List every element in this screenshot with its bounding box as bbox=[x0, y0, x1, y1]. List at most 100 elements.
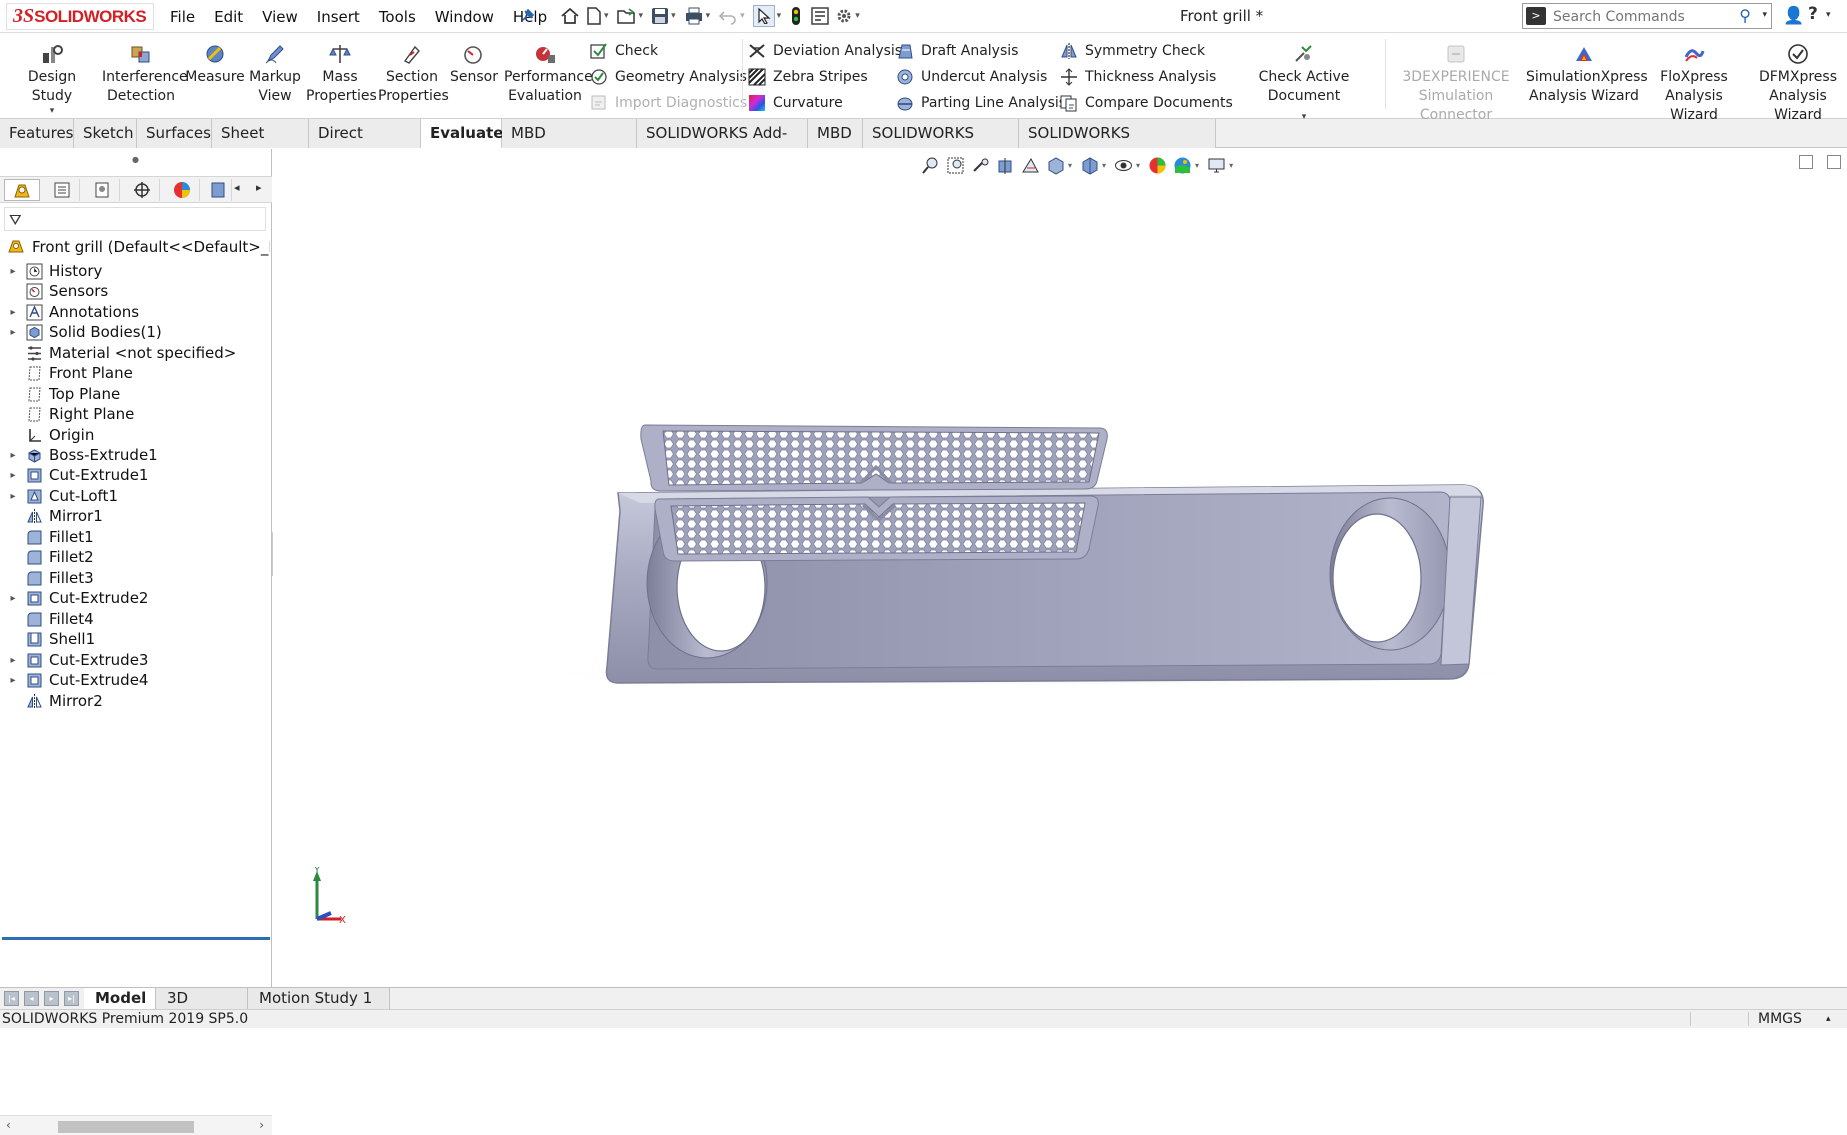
expand-arrow-icon[interactable]: ▸ bbox=[6, 450, 20, 461]
scroll-left-icon[interactable]: ‹ bbox=[6, 1118, 11, 1132]
open-folder-icon[interactable] bbox=[616, 7, 637, 25]
tab-solidworks-cam[interactable]: SOLIDWORKS CAM bbox=[863, 119, 1019, 170]
undo-dropdown-icon[interactable]: ▾ bbox=[740, 11, 745, 21]
measure-button[interactable]: Measure bbox=[185, 43, 245, 87]
feature-manager-tab[interactable] bbox=[4, 179, 40, 201]
mass-properties-button[interactable]: Mass Properties bbox=[306, 43, 377, 106]
scrollbar-thumb[interactable] bbox=[58, 1121, 194, 1133]
expand-arrow-icon[interactable]: ▸ bbox=[6, 655, 20, 666]
user-icon[interactable]: 👤 bbox=[1783, 6, 1804, 26]
unit-system-dropdown-icon[interactable]: ▴ bbox=[1826, 1010, 1831, 1028]
compare-documents-button[interactable]: Compare Documents bbox=[1060, 93, 1233, 113]
print-icon[interactable] bbox=[684, 7, 704, 25]
rollback-bar[interactable] bbox=[2, 937, 270, 940]
next-tab-icon[interactable]: ▸ bbox=[44, 991, 59, 1006]
symmetry-check-button[interactable]: Symmetry Check bbox=[1060, 41, 1205, 61]
tab-direct-editing[interactable]: Direct Editing bbox=[309, 119, 421, 170]
tabs-scroll-right-icon[interactable]: ▸ bbox=[256, 181, 262, 194]
graphics-area[interactable]: ▾ ▾ ▾ ▾ ▾ Y X bbox=[273, 149, 1847, 987]
display-manager-tab[interactable] bbox=[164, 179, 200, 201]
search-icon[interactable]: ⚲ bbox=[1739, 6, 1751, 25]
tab-sketch[interactable]: Sketch bbox=[74, 119, 137, 148]
simulationxpress-analysis-wizard-button[interactable]: SimulationXpress Analysis Wizard bbox=[1526, 43, 1648, 106]
undo-icon[interactable] bbox=[718, 7, 738, 25]
home-icon[interactable] bbox=[560, 7, 580, 25]
unit-system[interactable]: MMGS bbox=[1758, 1010, 1802, 1028]
tab-mbd-dimensions[interactable]: MBD Dimensions bbox=[502, 119, 637, 170]
file-properties-icon[interactable] bbox=[811, 7, 829, 25]
tab-mbd[interactable]: MBD bbox=[808, 119, 863, 148]
thickness-analysis-button[interactable]: Thickness Analysis bbox=[1060, 67, 1216, 87]
undercut-analysis-button[interactable]: Undercut Analysis bbox=[896, 67, 1047, 87]
tab-3d-views[interactable]: 3D Views bbox=[156, 988, 248, 1028]
expand-arrow-icon[interactable]: ▸ bbox=[6, 675, 20, 686]
command-prompt-icon[interactable]: > bbox=[1526, 7, 1546, 25]
tree-item-mirror2[interactable]: Mirror2 bbox=[0, 689, 103, 713]
select-dropdown-icon[interactable]: ▾ bbox=[777, 11, 782, 21]
search-commands-input[interactable] bbox=[1551, 7, 1731, 26]
tab-solidworks-add-ins[interactable]: SOLIDWORKS Add-Ins bbox=[637, 119, 808, 170]
expand-arrow-icon[interactable]: ▸ bbox=[6, 593, 20, 604]
markup-view-button[interactable]: Markup View bbox=[248, 43, 302, 106]
help-icon[interactable]: ? bbox=[1808, 4, 1818, 24]
property-manager-tab[interactable] bbox=[44, 179, 80, 201]
parting-line-analysis-button[interactable]: Parting Line Analysis bbox=[896, 93, 1066, 113]
panel-grip-icon[interactable]: ● bbox=[132, 155, 139, 164]
select-tool-icon[interactable] bbox=[752, 5, 775, 27]
print-dropdown-icon[interactable]: ▾ bbox=[706, 11, 711, 21]
check-button[interactable]: Check bbox=[590, 41, 658, 61]
geometry-analysis-button[interactable]: Geometry Analysis bbox=[590, 67, 747, 87]
menu-insert[interactable]: Insert bbox=[317, 8, 360, 26]
import-diagnostics-button[interactable]: Import Diagnostics bbox=[590, 93, 747, 113]
search-commands-box[interactable]: > ⚲ ▾ bbox=[1522, 3, 1772, 29]
save-dropdown-icon[interactable]: ▾ bbox=[671, 11, 676, 21]
save-icon[interactable] bbox=[651, 7, 669, 25]
design-study-dropdown-icon[interactable]: ▾ bbox=[8, 106, 96, 116]
dfmxpress-analysis-wizard-button[interactable]: DFMXpress Analysis Wizard bbox=[1748, 43, 1847, 125]
scroll-right-icon[interactable]: › bbox=[259, 1118, 264, 1132]
interference-detection-button[interactable]: Interference Detection bbox=[102, 43, 188, 106]
help-dropdown-icon[interactable]: ▾ bbox=[1826, 10, 1831, 20]
3dexperience-simulation-connector-button[interactable]: 3DEXPERIENCE Simulation Connector bbox=[1388, 43, 1524, 125]
new-document-icon[interactable] bbox=[586, 7, 602, 25]
tab-model[interactable]: Model bbox=[84, 988, 156, 1010]
pin-menu-icon[interactable] bbox=[519, 6, 535, 26]
expand-arrow-icon[interactable]: ▸ bbox=[6, 266, 20, 277]
tab-sheet-metal[interactable]: Sheet Metal bbox=[212, 119, 309, 170]
configuration-manager-tab[interactable] bbox=[84, 179, 120, 201]
section-properties-button[interactable]: Section Properties bbox=[378, 43, 449, 106]
tab-features[interactable]: Features bbox=[0, 119, 74, 148]
expand-arrow-icon[interactable]: ▸ bbox=[6, 327, 20, 338]
new-dropdown-icon[interactable]: ▾ bbox=[604, 11, 609, 21]
menu-file[interactable]: File bbox=[170, 8, 195, 26]
curvature-button[interactable]: Curvature bbox=[748, 93, 843, 113]
first-tab-icon[interactable]: |◂ bbox=[4, 991, 19, 1006]
tabs-scroll-left-icon[interactable]: ◂ bbox=[234, 181, 240, 194]
rebuild-icon[interactable] bbox=[789, 6, 803, 26]
panel-horizontal-scrollbar[interactable]: ‹ › bbox=[0, 1115, 272, 1135]
tab-motion-study-1[interactable]: Motion Study 1 bbox=[248, 988, 390, 1010]
menu-tools[interactable]: Tools bbox=[379, 8, 416, 26]
open-dropdown-icon[interactable]: ▾ bbox=[639, 11, 644, 21]
menu-view[interactable]: View bbox=[262, 8, 298, 26]
check-active-document-button[interactable]: Check Active Document ▾ bbox=[1228, 43, 1380, 122]
deviation-analysis-button[interactable]: Deviation Analysis bbox=[748, 41, 902, 61]
filter-icon[interactable]: ⛛ bbox=[9, 211, 22, 229]
last-tab-icon[interactable]: ▸| bbox=[64, 991, 79, 1006]
options-dropdown-icon[interactable]: ▾ bbox=[855, 11, 860, 21]
tree-filter[interactable]: ⛛ bbox=[4, 207, 266, 231]
front-grill-model[interactable] bbox=[273, 149, 1847, 987]
tab-evaluate[interactable]: Evaluate bbox=[421, 119, 503, 148]
menu-edit[interactable]: Edit bbox=[214, 8, 243, 26]
tree-root-part[interactable]: Front grill (Default<<Default>_Displ bbox=[6, 236, 270, 258]
performance-evaluation-button[interactable]: Performance Evaluation bbox=[504, 43, 593, 106]
tab-solidworks-inspection[interactable]: SOLIDWORKS Inspection bbox=[1019, 119, 1216, 170]
dimxpert-manager-tab[interactable] bbox=[124, 179, 160, 201]
previous-tab-icon[interactable]: ◂ bbox=[24, 991, 39, 1006]
search-dropdown-icon[interactable]: ▾ bbox=[1762, 10, 1767, 20]
expand-arrow-icon[interactable]: ▸ bbox=[6, 470, 20, 481]
tab-surfaces[interactable]: Surfaces bbox=[137, 119, 212, 148]
floxpress-analysis-wizard-button[interactable]: FloXpress Analysis Wizard bbox=[1644, 43, 1744, 125]
expand-arrow-icon[interactable]: ▸ bbox=[6, 307, 20, 318]
cam-manager-tab[interactable] bbox=[204, 179, 232, 201]
